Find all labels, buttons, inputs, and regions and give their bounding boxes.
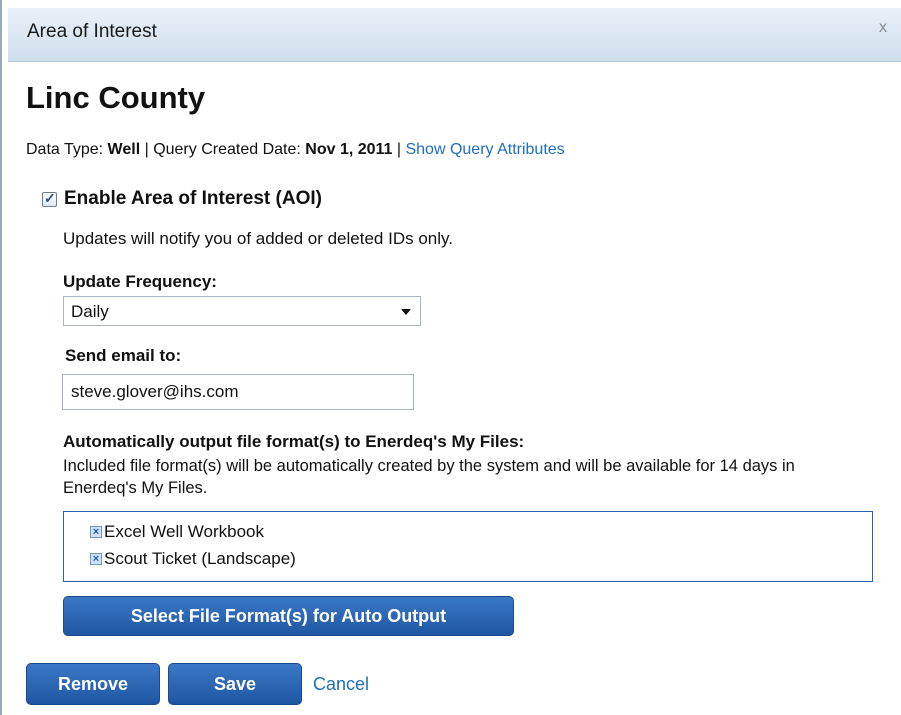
update-frequency-select[interactable]: Daily [63, 296, 421, 326]
meta-separator: | [140, 141, 154, 158]
aoi-notice: Updates will notify you of added or dele… [63, 229, 453, 248]
enable-aoi-label[interactable]: Enable Area of Interest (AOI) [64, 188, 322, 210]
meta-separator: | [392, 141, 406, 158]
chevron-down-icon [401, 309, 411, 315]
data-type-label: Data Type: [26, 141, 108, 158]
data-type-value: Well [107, 141, 141, 158]
left-border [0, 0, 2, 715]
cancel-link[interactable]: Cancel [313, 674, 369, 695]
close-icon[interactable]: x [879, 19, 887, 37]
remove-button[interactable]: Remove [26, 663, 160, 705]
remove-format-icon[interactable]: × [90, 553, 102, 565]
created-date-label: Query Created Date: [153, 141, 306, 158]
show-query-attributes-link[interactable]: Show Query Attributes [405, 141, 564, 158]
enable-aoi-checkbox[interactable]: ✓ [42, 189, 57, 207]
query-meta: Data Type: Well | Query Created Date: No… [26, 141, 565, 159]
send-email-label: Send email to: [65, 346, 182, 365]
format-label: Scout Ticket (Landscape) [104, 549, 296, 568]
list-item: × Excel Well Workbook [90, 522, 264, 542]
checkmark-icon: ✓ [44, 189, 56, 206]
format-label: Excel Well Workbook [104, 522, 264, 541]
email-field[interactable] [62, 374, 414, 410]
remove-format-icon[interactable]: × [90, 526, 102, 538]
update-frequency-label: Update Frequency: [63, 272, 217, 291]
auto-output-description: Included file format(s) will be automati… [63, 457, 795, 497]
created-date-value: Nov 1, 2011 [305, 141, 393, 158]
save-button[interactable]: Save [168, 663, 302, 705]
auto-output-label: Automatically output file format(s) to E… [63, 432, 525, 451]
file-format-list: × Excel Well Workbook × Scout Ticket (La… [63, 511, 873, 582]
dialog-title: Area of Interest [27, 21, 157, 42]
list-item: × Scout Ticket (Landscape) [90, 549, 296, 569]
dialog-titlebar: Area of Interest x [8, 8, 901, 62]
update-frequency-value: Daily [71, 302, 109, 321]
enable-aoi-row: ✓ Enable Area of Interest (AOI) [42, 188, 322, 210]
select-file-formats-button[interactable]: Select File Format(s) for Auto Output [63, 596, 514, 636]
page-title: Linc County [26, 80, 206, 115]
